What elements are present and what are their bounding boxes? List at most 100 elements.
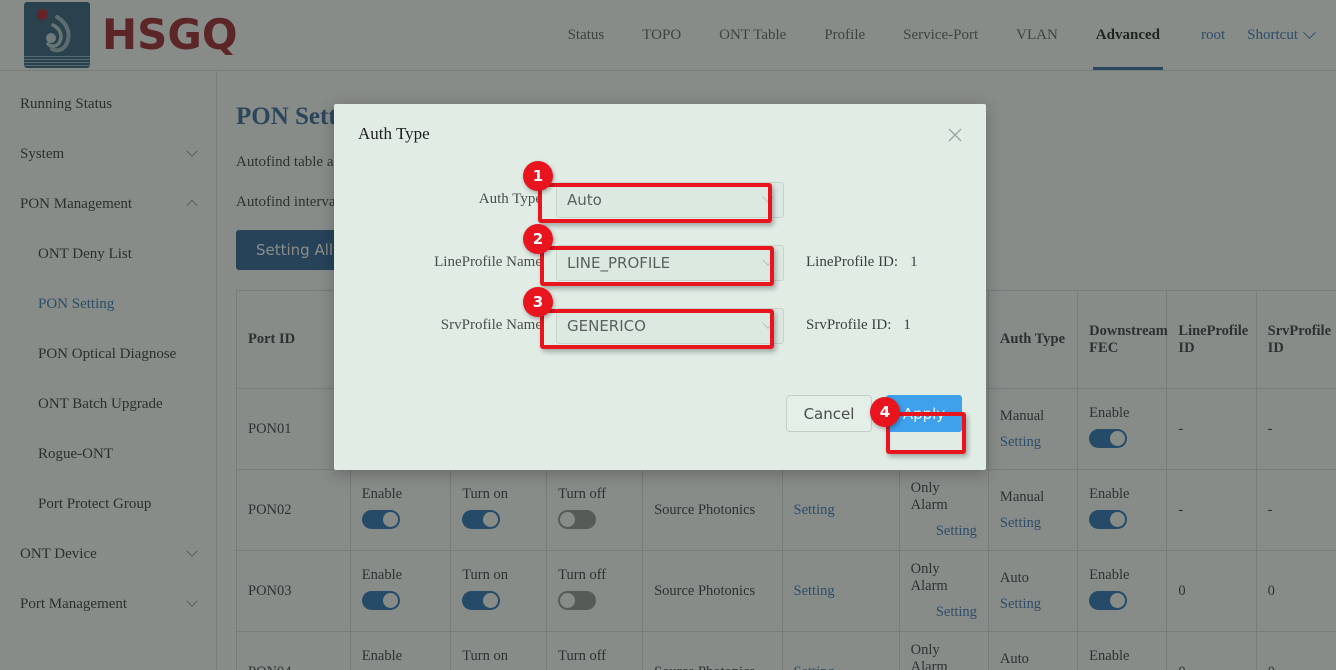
cell-auth-type: Auto Setting <box>988 551 1077 632</box>
cell-lineprofile-id: 0 <box>1167 632 1256 670</box>
turn-on-toggle[interactable] <box>462 591 500 610</box>
auth-setting-link[interactable]: Setting <box>1000 515 1066 532</box>
nav-item-service-port[interactable]: Service-Port <box>884 0 997 70</box>
dialog-header: Auth Type <box>334 104 986 160</box>
field-row-srvprofile-name: SrvProfile Name GENERICO SrvProfile ID:1 <box>334 294 986 357</box>
chevron-down-icon <box>762 317 773 328</box>
hsgq-logo-icon <box>24 2 90 68</box>
apply-button[interactable]: Apply <box>886 395 962 432</box>
fec-toggle[interactable] <box>1089 510 1127 529</box>
nav-item-topo[interactable]: TOPO <box>623 0 700 70</box>
user-menu-root[interactable]: root <box>1179 0 1235 70</box>
sidebar-item-label: Rogue-ONT <box>38 446 113 463</box>
sidebar-item-label: ONT Device <box>20 546 97 563</box>
field-row-auth-type: Auth Type Auto <box>334 168 986 231</box>
loop-setting-link[interactable]: Setting <box>936 604 977 621</box>
sidebar-item-rogue-ont[interactable]: Rogue-ONT <box>0 429 216 479</box>
auth-value: Auto <box>1000 651 1066 668</box>
fec-value: Enable <box>1089 405 1155 422</box>
vendor-setting-link[interactable]: Setting <box>794 583 835 599</box>
chevron-down-icon <box>186 596 197 607</box>
sidebar-item-pon-management[interactable]: PON Management <box>0 179 216 229</box>
lineprofile-id-group: LineProfile ID:1 <box>806 254 918 271</box>
cell-lineprofile-id: 0 <box>1167 551 1256 632</box>
fec-toggle[interactable] <box>1089 591 1127 610</box>
auth-setting-link[interactable]: Setting <box>1000 434 1066 451</box>
fec-value: Enable <box>1089 648 1155 665</box>
cell-srvprofile-id: 0 <box>1256 551 1336 632</box>
sidebar-item-pon-setting[interactable]: PON Setting <box>0 279 216 329</box>
col-srvprofile-id: SrvProfile ID <box>1256 291 1336 389</box>
cell-vendor: Source Photonics <box>643 470 782 551</box>
auth-setting-link[interactable]: Setting <box>1000 596 1066 613</box>
sidebar-item-port-management[interactable]: Port Management <box>0 579 216 629</box>
cell-port-id: PON04 <box>237 632 351 670</box>
lineprofile-id-label: LineProfile ID: <box>806 254 898 270</box>
sidebar-item-running-status[interactable]: Running Status <box>0 79 216 129</box>
cell-setting: Setting <box>782 632 899 670</box>
turn-on-toggle[interactable] <box>462 510 500 529</box>
fec-toggle[interactable] <box>1089 429 1127 448</box>
cancel-button[interactable]: Cancel <box>786 395 872 432</box>
enable-toggle[interactable] <box>362 510 400 529</box>
vendor-setting-link[interactable]: Setting <box>794 664 835 670</box>
sidebar-item-label: Port Management <box>20 596 127 613</box>
auth-type-dialog: Auth Type Auth Type Auto LineProfile Nam… <box>334 104 986 470</box>
nav-item-status[interactable]: Status <box>549 0 624 70</box>
cell-turn-off: Turn off <box>547 470 643 551</box>
vendor-setting-link[interactable]: Setting <box>794 502 835 518</box>
chevron-up-icon <box>186 200 197 211</box>
sidebar-item-system[interactable]: System <box>0 129 216 179</box>
chevron-down-icon <box>762 254 773 265</box>
cell-downstream-fec: Enable <box>1078 389 1167 470</box>
nav-item-ont-table[interactable]: ONT Table <box>700 0 805 70</box>
shortcut-menu[interactable]: Shortcut <box>1235 0 1336 70</box>
brand-logo[interactable]: HSGQ <box>24 2 238 68</box>
srvprofile-id-label: SrvProfile ID: <box>806 317 891 333</box>
cell-setting: Setting <box>782 470 899 551</box>
field-row-lineprofile-name: LineProfile Name LINE_PROFILE LineProfil… <box>334 231 986 294</box>
auth-value: Manual <box>1000 489 1066 506</box>
lineprofile-name-value: LINE_PROFILE <box>567 254 670 272</box>
nav-item-advanced[interactable]: Advanced <box>1077 0 1179 70</box>
turn-on-label: Turn on <box>462 567 535 584</box>
cell-turn-on: Turn on <box>451 551 547 632</box>
loop-setting-link[interactable]: Setting <box>936 523 977 540</box>
sidebar-item-label: Port Protect Group <box>38 496 151 513</box>
dialog-footer: Cancel Apply <box>786 395 962 432</box>
cell-ont-loop-action: Only Alarm Setting <box>899 632 988 670</box>
sidebar-item-ont-batch-upgrade[interactable]: ONT Batch Upgrade <box>0 379 216 429</box>
sidebar-item-pon-optical-diagnose[interactable]: PON Optical Diagnose <box>0 329 216 379</box>
sidebar-item-port-protect-group[interactable]: Port Protect Group <box>0 479 216 529</box>
sidebar-item-ont-deny-list[interactable]: ONT Deny List <box>0 229 216 279</box>
logo-wordmark: HSGQ <box>102 14 238 56</box>
enable-label: Enable <box>362 648 439 665</box>
turn-off-toggle[interactable] <box>558 591 596 610</box>
col-auth-type: Auth Type <box>988 291 1077 389</box>
cell-auth-type: Auto Setting <box>988 632 1077 670</box>
srvprofile-name-select[interactable]: GENERICO <box>556 308 784 344</box>
close-icon[interactable] <box>944 124 966 146</box>
logo-lines <box>24 56 90 65</box>
sidebar-item-label: PON Management <box>20 196 132 213</box>
loop-value: Only Alarm <box>911 561 977 595</box>
cell-turn-on: Turn on <box>451 632 547 670</box>
nav-item-vlan[interactable]: VLAN <box>997 0 1077 70</box>
sidebar-item-ont-device[interactable]: ONT Device <box>0 529 216 579</box>
dialog-body: Auth Type Auto LineProfile Name LINE_PRO… <box>334 160 986 357</box>
cell-downstream-fec: Enable <box>1078 551 1167 632</box>
turn-off-toggle[interactable] <box>558 510 596 529</box>
nav-item-profile[interactable]: Profile <box>805 0 884 70</box>
dialog-title: Auth Type <box>358 124 430 144</box>
lineprofile-name-select[interactable]: LINE_PROFILE <box>556 245 784 281</box>
fec-value: Enable <box>1089 486 1155 503</box>
enable-label: Enable <box>362 486 439 503</box>
cell-ont-loop-action: Only Alarm Setting <box>899 551 988 632</box>
turn-on-label: Turn on <box>462 486 535 503</box>
lineprofile-name-label: LineProfile Name <box>334 254 556 271</box>
cell-turn-off: Turn off <box>547 551 643 632</box>
auth-type-select[interactable]: Auto <box>556 182 784 218</box>
chevron-down-icon <box>1303 26 1316 39</box>
cell-enable: Enable <box>350 470 450 551</box>
enable-toggle[interactable] <box>362 591 400 610</box>
